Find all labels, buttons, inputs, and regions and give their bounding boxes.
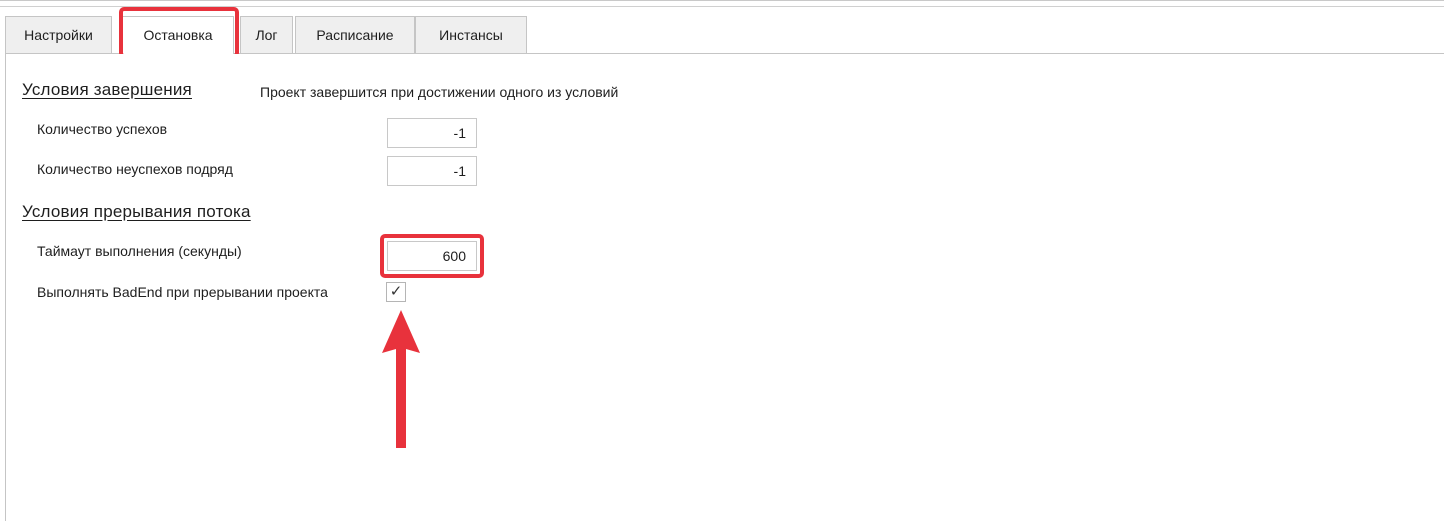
tab-strip: Настройки Остановка Лог Расписание Инста… [5,16,1444,54]
fail-streak-input[interactable] [387,156,477,186]
interrupt-section-title: Условия прерывания потока [22,202,251,221]
timeout-label: Таймаут выполнения (секунды) [37,243,242,259]
checkmark-icon: ✓ [389,283,403,300]
up-arrow-icon [382,310,420,448]
tab-settings[interactable]: Настройки [5,16,112,53]
success-count-label: Количество успехов [37,121,168,137]
tab-log[interactable]: Лог [240,16,293,53]
top-border [0,1,1444,7]
completion-section-description: Проект завершится при достижении одного … [260,84,619,100]
success-count-input[interactable] [387,118,477,148]
stop-settings-window: Настройки Остановка Лог Расписание Инста… [0,0,1444,521]
timeout-input[interactable] [387,241,477,271]
tab-stop[interactable]: Остановка [122,16,234,54]
stop-settings-panel: Условия завершения Проект завершится при… [5,54,1444,521]
tab-schedule[interactable]: Расписание [295,16,415,53]
badend-checkbox[interactable]: ✓ [386,282,406,302]
fail-streak-label: Количество неуспехов подряд [37,161,233,177]
completion-section-title: Условия завершения [22,80,192,99]
badend-label: Выполнять BadEnd при прерывании проекта [37,284,328,300]
tab-instances[interactable]: Инстансы [415,16,527,53]
